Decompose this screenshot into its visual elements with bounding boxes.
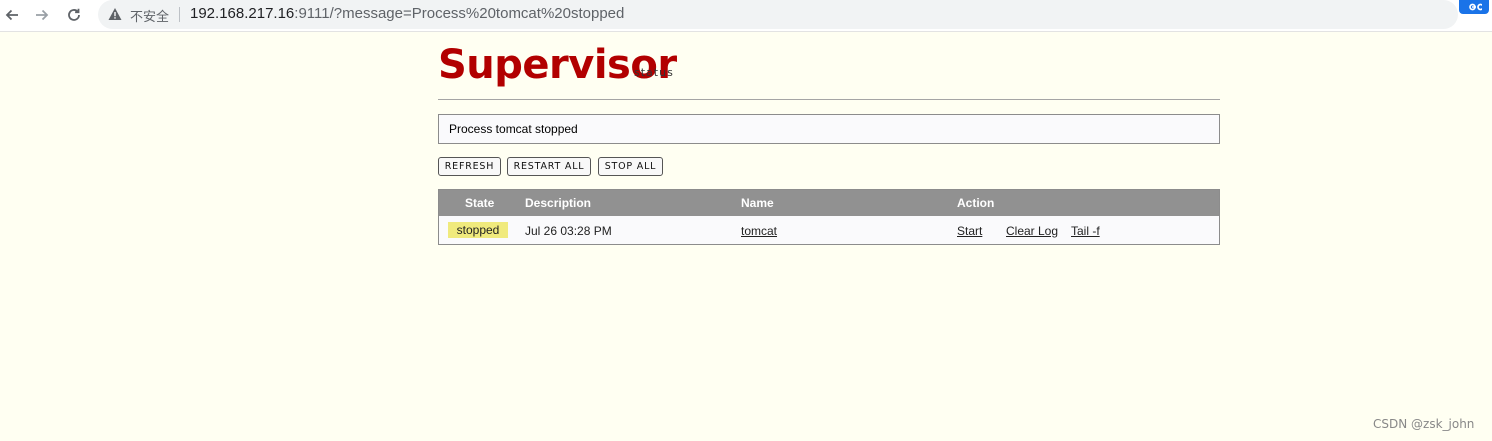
browser-toolbar: 不安全 192.168.217.16:9111/?message=Process… [0,0,1492,32]
status-badge: stopped [448,222,508,238]
clear-log-link[interactable]: Clear Log [1006,224,1058,238]
watermark: CSDN @zsk_john [1373,417,1475,431]
logo-subtitle: status [634,66,674,79]
url-text[interactable]: 192.168.217.16:9111/?message=Process%20t… [190,5,624,22]
start-link[interactable]: Start [957,224,982,238]
process-name-link[interactable]: tomcat [741,224,777,238]
process-description: Jul 26 03:28 PM [525,224,612,238]
address-bar[interactable]: 不安全 192.168.217.16:9111/?message=Process… [98,0,1458,29]
page-header: Supervisor status [438,38,1220,100]
omnibox-separator [179,7,180,22]
table-header: State Description Name Action [439,190,1219,216]
column-header-description: Description [525,196,592,210]
back-arrow-icon[interactable] [0,3,24,27]
supervisor-logo[interactable]: Supervisor [438,41,677,89]
status-message: Process tomcat stopped [438,114,1220,144]
forward-arrow-icon[interactable] [30,3,54,27]
column-header-state: State [465,196,495,210]
status-message-text: Process tomcat stopped [449,122,578,136]
header-divider [438,99,1220,100]
reload-icon[interactable] [62,3,86,27]
process-table: State Description Name Action stopped Ju… [438,189,1220,245]
warning-icon[interactable] [108,7,122,21]
column-header-action: Action [957,196,995,210]
url-path: :9111/?message=Process%20tomcat%20stoppe… [294,5,625,22]
column-header-name: Name [741,196,774,210]
security-label[interactable]: 不安全 [130,6,169,25]
refresh-button[interactable]: REFRESH [438,157,501,176]
tail-log-link[interactable]: Tail -f [1071,224,1100,238]
restart-all-button[interactable]: RESTART ALL [507,157,591,176]
table-row: stopped Jul 26 03:28 PM tomcat Start Cle… [439,216,1219,244]
url-host: 192.168.217.16 [190,5,295,22]
stop-all-button[interactable]: STOP ALL [598,157,663,176]
extension-icon[interactable] [1459,0,1489,14]
